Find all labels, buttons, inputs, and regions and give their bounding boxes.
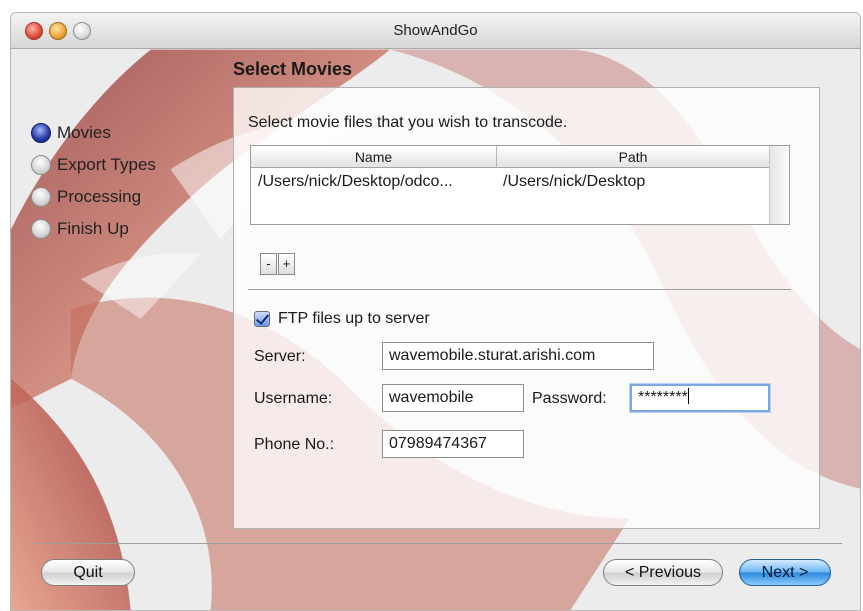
cell-path: /Users/nick/Desktop — [503, 173, 646, 190]
step-label: Movies — [57, 123, 111, 142]
instruction-text: Select movie files that you wish to tran… — [248, 114, 568, 131]
step-indicator-icon — [31, 155, 51, 175]
table-header: Name Path — [251, 146, 770, 168]
server-label: Server: — [254, 348, 306, 365]
password-value: ******** — [638, 389, 688, 406]
step-indicator-icon — [31, 187, 51, 207]
remove-movie-button[interactable]: - — [260, 253, 277, 275]
phone-input[interactable]: 07989474367 — [382, 430, 524, 458]
password-label: Password: — [532, 390, 607, 407]
movie-files-table[interactable]: Name Path /Users/nick/Desktop/odco... /U… — [250, 145, 790, 225]
step-indicator-icon — [31, 219, 51, 239]
username-label: Username: — [254, 390, 333, 407]
table-scrollbar[interactable] — [769, 146, 789, 224]
add-movie-button[interactable]: + — [278, 253, 295, 275]
step-export-types: Export Types — [31, 149, 156, 181]
ftp-option[interactable]: FTP files up to server — [254, 310, 430, 328]
step-active-indicator-icon — [31, 123, 51, 143]
step-finish-up: Finish Up — [31, 213, 156, 245]
close-window-button[interactable] — [25, 22, 43, 40]
cell-name: /Users/nick/Desktop/odco... — [258, 173, 453, 190]
step-label: Export Types — [57, 155, 156, 174]
footer-divider — [33, 543, 842, 544]
column-header-name[interactable]: Name — [251, 146, 497, 168]
quit-button[interactable]: Quit — [41, 559, 135, 586]
ftp-checkbox-label: FTP files up to server — [278, 310, 430, 327]
step-movies: Movies — [31, 117, 156, 149]
section-title: Select Movies — [233, 59, 353, 79]
step-label: Processing — [57, 187, 142, 206]
minimize-window-button[interactable] — [49, 22, 67, 40]
zoom-window-button[interactable] — [73, 22, 91, 40]
step-processing: Processing — [31, 181, 156, 213]
server-input[interactable]: wavemobile.sturat.arishi.com — [382, 342, 654, 370]
username-input[interactable]: wavemobile — [382, 384, 524, 412]
ftp-checkbox[interactable] — [254, 311, 270, 327]
step-label: Finish Up — [57, 219, 129, 238]
column-header-path[interactable]: Path — [497, 146, 770, 168]
wizard-steps: Movies Export Types Processing Finish Up — [31, 117, 156, 245]
text-caret — [687, 388, 689, 404]
password-input[interactable]: ******** — [630, 384, 770, 412]
phone-label: Phone No.: — [254, 436, 335, 453]
window-title: ShowAndGo — [393, 22, 478, 39]
divider — [248, 289, 791, 290]
next-button[interactable]: Next > — [739, 559, 831, 586]
table-row[interactable]: /Users/nick/Desktop/odco... /Users/nick/… — [251, 170, 770, 194]
app-window: ShowAndGo Movies Export Types Processing… — [10, 12, 861, 611]
previous-button[interactable]: < Previous — [603, 559, 723, 586]
movies-panel: Select movie files that you wish to tran… — [233, 87, 820, 529]
title-bar: ShowAndGo — [11, 13, 860, 49]
